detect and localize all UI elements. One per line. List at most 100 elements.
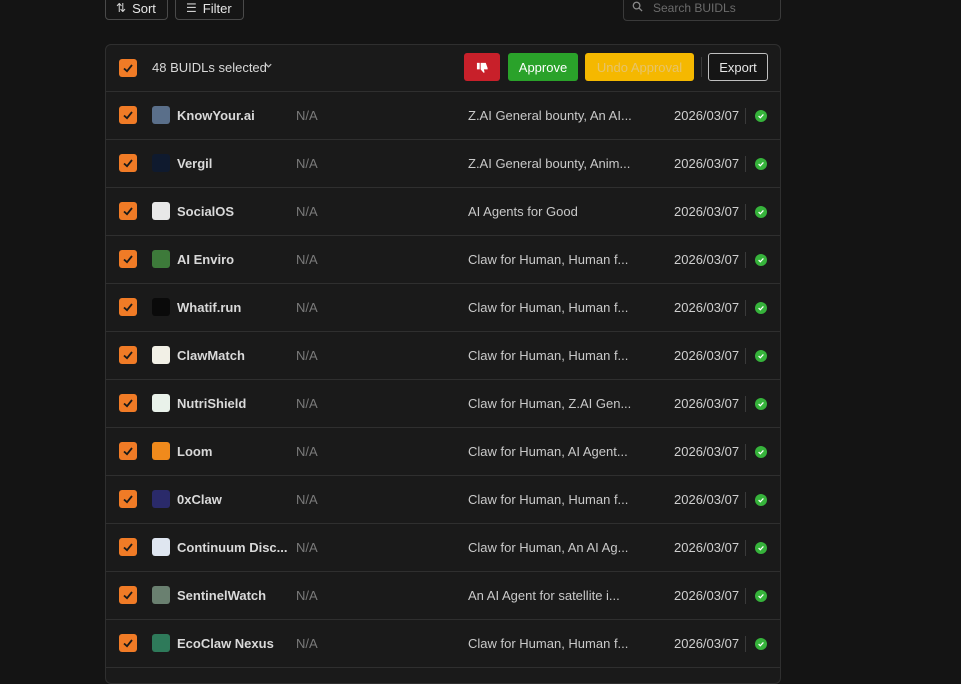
row-checkbox[interactable] — [119, 250, 137, 268]
prize-value: N/A — [296, 204, 318, 219]
divider — [745, 444, 746, 460]
project-name[interactable]: SocialOS — [177, 204, 234, 219]
approved-status-icon — [755, 206, 767, 218]
submission-date: 2026/03/07 — [674, 636, 740, 651]
project-name[interactable]: EcoClaw Nexus — [177, 636, 274, 651]
prize-value: N/A — [296, 444, 318, 459]
project-name[interactable]: SentinelWatch — [177, 588, 266, 603]
table-row[interactable]: AI Enviro N/A Claw for Human, Human f...… — [106, 236, 780, 284]
row-checkbox[interactable] — [119, 202, 137, 220]
undo-approval-button[interactable]: Undo Approval — [585, 53, 694, 81]
project-logo — [152, 442, 170, 460]
row-checkbox[interactable] — [119, 490, 137, 508]
thumbs-down-icon — [476, 62, 488, 73]
submission-date: 2026/03/07 — [674, 492, 740, 507]
table-row[interactable]: Continuum Disc... N/A Claw for Human, An… — [106, 524, 780, 572]
table-row[interactable]: ClawMatch N/A Claw for Human, Human f...… — [106, 332, 780, 380]
check-icon — [123, 399, 133, 408]
divider — [745, 492, 746, 508]
approve-button[interactable]: Approve — [508, 53, 578, 81]
check-icon — [123, 159, 133, 168]
divider — [701, 57, 702, 77]
project-name[interactable]: Continuum Disc... — [177, 540, 288, 555]
row-checkbox[interactable] — [119, 586, 137, 604]
approved-status-icon — [755, 302, 767, 314]
table-row[interactable]: KnowYour.ai N/A Z.AI General bounty, An … — [106, 92, 780, 140]
check-icon — [123, 111, 133, 120]
submission-date: 2026/03/07 — [674, 396, 740, 411]
table-row[interactable]: Vergil N/A Z.AI General bounty, Anim... … — [106, 140, 780, 188]
chevron-down-icon[interactable] — [264, 61, 273, 73]
submission-date: 2026/03/07 — [674, 588, 740, 603]
project-name[interactable]: AI Enviro — [177, 252, 234, 267]
table-row[interactable]: NutriShield N/A Claw for Human, Z.AI Gen… — [106, 380, 780, 428]
table-row[interactable]: 0xClaw N/A Claw for Human, Human f... 20… — [106, 476, 780, 524]
divider — [745, 588, 746, 604]
check-icon — [123, 351, 133, 360]
approved-status-icon — [755, 590, 767, 602]
search-input[interactable] — [651, 0, 775, 16]
filter-button[interactable]: ☰ Filter — [175, 0, 244, 20]
prize-value: N/A — [296, 252, 318, 267]
row-checkbox[interactable] — [119, 346, 137, 364]
project-logo — [152, 490, 170, 508]
approved-status-icon — [755, 446, 767, 458]
sort-button[interactable]: ⇅ Sort — [105, 0, 168, 20]
submission-date: 2026/03/07 — [674, 204, 740, 219]
row-checkbox[interactable] — [119, 538, 137, 556]
project-name[interactable]: ClawMatch — [177, 348, 245, 363]
search-box — [623, 0, 781, 21]
check-icon — [123, 543, 133, 552]
approved-status-icon — [755, 494, 767, 506]
table-row[interactable]: EcoClaw Nexus N/A Claw for Human, Human … — [106, 620, 780, 668]
table-row[interactable]: Whatif.run N/A Claw for Human, Human f..… — [106, 284, 780, 332]
table-row[interactable]: SentinelWatch N/A An AI Agent for satell… — [106, 572, 780, 620]
approved-status-icon — [755, 254, 767, 266]
table-row[interactable]: Loom N/A Claw for Human, AI Agent... 202… — [106, 428, 780, 476]
project-name[interactable]: KnowYour.ai — [177, 108, 255, 123]
prize-value: N/A — [296, 540, 318, 555]
toolbar: ⇅ Sort ☰ Filter — [0, 0, 961, 22]
select-all-checkbox[interactable] — [119, 59, 137, 77]
row-checkbox[interactable] — [119, 106, 137, 124]
row-checkbox[interactable] — [119, 154, 137, 172]
row-checkbox[interactable] — [119, 442, 137, 460]
divider — [745, 108, 746, 124]
divider — [745, 396, 746, 412]
bounty-tracks: Z.AI General bounty, An AI... — [468, 108, 632, 123]
row-checkbox[interactable] — [119, 634, 137, 652]
filter-label: Filter — [202, 0, 232, 16]
bounty-tracks: An AI Agent for satellite i... — [468, 588, 620, 603]
divider — [745, 156, 746, 172]
check-icon — [123, 591, 133, 600]
submission-date: 2026/03/07 — [674, 252, 740, 267]
table-body: KnowYour.ai N/A Z.AI General bounty, An … — [106, 92, 780, 668]
export-button[interactable]: Export — [708, 53, 768, 81]
row-checkbox[interactable] — [119, 298, 137, 316]
project-name[interactable]: Vergil — [177, 156, 212, 171]
approved-status-icon — [755, 638, 767, 650]
bounty-tracks: Claw for Human, Z.AI Gen... — [468, 396, 632, 411]
project-name[interactable]: Loom — [177, 444, 212, 459]
project-logo — [152, 586, 170, 604]
submission-date: 2026/03/07 — [674, 348, 740, 363]
project-name[interactable]: Whatif.run — [177, 300, 241, 315]
approved-status-icon — [755, 158, 767, 170]
table-row[interactable]: SocialOS N/A AI Agents for Good 2026/03/… — [106, 188, 780, 236]
reject-button[interactable] — [464, 53, 500, 81]
check-icon — [123, 639, 133, 648]
project-logo — [152, 538, 170, 556]
bounty-tracks: Z.AI General bounty, Anim... — [468, 156, 631, 171]
submission-date: 2026/03/07 — [674, 540, 740, 555]
project-name[interactable]: NutriShield — [177, 396, 246, 411]
project-name[interactable]: 0xClaw — [177, 492, 222, 507]
check-icon — [123, 447, 133, 456]
row-checkbox[interactable] — [119, 394, 137, 412]
prize-value: N/A — [296, 300, 318, 315]
project-logo — [152, 394, 170, 412]
project-logo — [152, 298, 170, 316]
check-icon — [123, 495, 133, 504]
search-icon — [632, 1, 643, 15]
sort-icon: ⇅ — [116, 1, 127, 15]
approved-status-icon — [755, 110, 767, 122]
